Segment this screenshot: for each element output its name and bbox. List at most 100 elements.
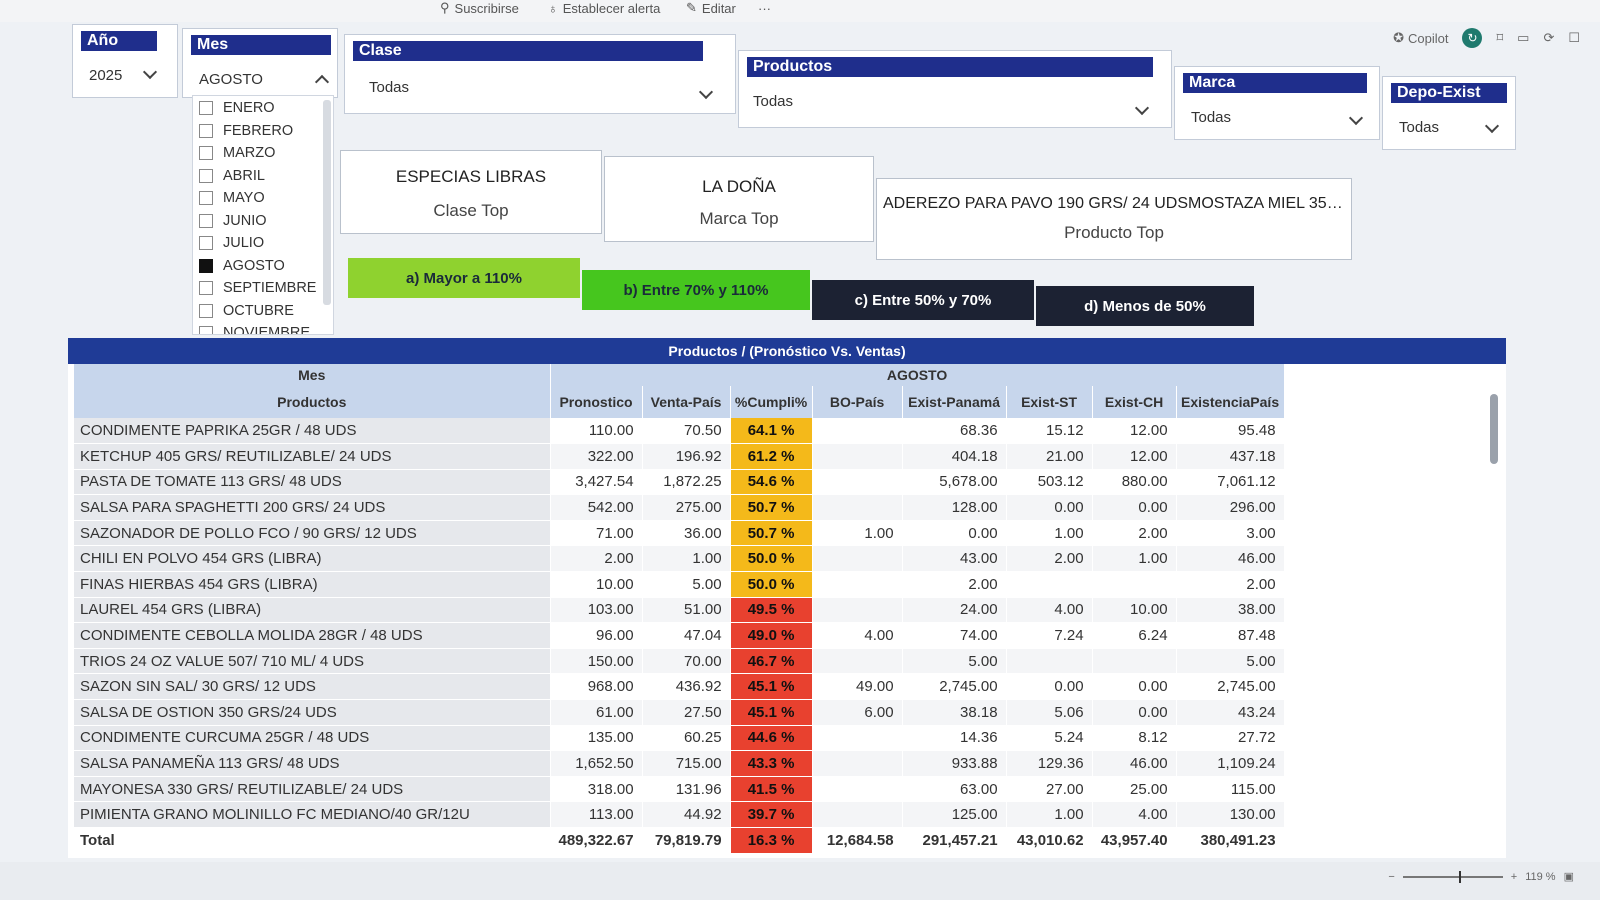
column-header[interactable]: Exist-CH <box>1092 386 1177 418</box>
table-row[interactable]: TRIOS 24 OZ VALUE 507/ 710 ML/ 4 UDS 150.… <box>74 648 1285 675</box>
month-option[interactable]: NOVIEMBRE <box>199 325 310 334</box>
legend-button[interactable]: b) Entre 70% y 110% <box>582 270 810 310</box>
checkbox[interactable] <box>199 326 213 334</box>
clase-slicer[interactable]: Clase Todas <box>344 34 736 114</box>
month-option[interactable]: MAYO <box>199 190 265 206</box>
total-cell: 43,010.62 <box>1006 827 1093 854</box>
table-row[interactable]: PIMIENTA GRANO MOLINILLO FC MEDIANO/40 G… <box>74 801 1285 828</box>
table-row[interactable]: SALSA PANAMEÑA 113 GRS/ 48 UDS 1,652.50 71… <box>74 750 1285 777</box>
chevron-down-icon[interactable] <box>1348 110 1364 126</box>
checkbox[interactable] <box>199 191 213 205</box>
checkbox[interactable] <box>199 236 213 250</box>
fit-page-icon[interactable]: ▣ <box>1564 870 1574 883</box>
subscribe-button[interactable]: ⚲ Suscribirse <box>440 0 519 16</box>
table-row[interactable]: CHILI EN POLVO 454 GRS (LIBRA) 2.00 1.00 50… <box>74 545 1285 573</box>
set-alert-button[interactable]: ♁ Establecer alerta <box>548 0 660 16</box>
value-cell: 296.00 <box>1176 494 1285 521</box>
zoom-slider[interactable] <box>1402 870 1503 883</box>
chevron-up-icon[interactable] <box>314 74 330 90</box>
column-header[interactable]: ExistenciaPaís <box>1176 386 1285 418</box>
dropdown-scrollbar[interactable] <box>323 100 331 305</box>
column-header[interactable]: %Cumpli% <box>730 386 813 418</box>
chevron-down-icon[interactable] <box>1484 118 1500 134</box>
producto-top-label: Producto Top <box>1064 223 1164 242</box>
table-row[interactable]: LAUREL 454 GRS (LIBRA) 103.00 51.00 49.5 % 2… <box>74 597 1285 624</box>
value-cell: 135.00 <box>550 725 643 752</box>
table-row[interactable]: MAYONESA 330 GRS/ REUTILIZABLE/ 24 UDS 31… <box>74 776 1285 803</box>
more-options-button[interactable]: ··· <box>758 0 771 16</box>
value-cell: 38.00 <box>1176 597 1285 624</box>
reload-icon[interactable]: ⟳ <box>1543 30 1554 46</box>
compliance-cell: 44.6 % <box>730 725 813 752</box>
clase-slicer-title: Clase <box>353 41 703 61</box>
refresh-sync-icon[interactable]: ↻ <box>1462 28 1483 48</box>
month-option[interactable]: AGOSTO <box>199 258 285 274</box>
month-option[interactable]: SEPTIEMBRE <box>199 280 316 296</box>
month-option[interactable]: OCTUBRE <box>199 303 294 319</box>
matrix-scrollbar[interactable] <box>1490 394 1498 464</box>
zoom-knob[interactable] <box>1458 870 1461 883</box>
zoom-in-icon[interactable]: + <box>1511 871 1517 883</box>
edit-button[interactable]: ✎ Editar <box>686 0 736 16</box>
compliance-cell: 50.0 % <box>730 545 813 573</box>
value-cell: 6.00 <box>812 699 903 726</box>
year-slicer[interactable]: Año 2025 <box>72 24 178 98</box>
value-cell: 968.00 <box>550 673 643 701</box>
legend-button[interactable]: a) Mayor a 110% <box>348 258 580 298</box>
bookmark-icon[interactable]: ⌑ <box>1496 30 1503 46</box>
chevron-down-icon[interactable] <box>1134 100 1150 116</box>
productos-slicer[interactable]: Productos Todas <box>738 50 1172 128</box>
total-cell: 380,491.23 <box>1176 827 1285 854</box>
chevron-down-icon[interactable] <box>698 84 714 100</box>
table-row[interactable]: SALSA PARA SPAGHETTI 200 GRS/ 24 UDS 542.… <box>74 494 1285 521</box>
month-option[interactable]: ENERO <box>199 100 275 116</box>
value-cell: 95.48 <box>1176 418 1285 445</box>
clase-top-value: ESPECIAS LIBRAS <box>395 167 547 186</box>
month-option[interactable]: FEBRERO <box>199 123 293 139</box>
clase-value: Todas <box>369 79 410 96</box>
column-header[interactable]: Pronostico <box>550 386 643 418</box>
table-row[interactable]: SALSA DE OSTION 350 GRS/24 UDS 61.00 27.50… <box>74 699 1285 726</box>
zoom-out-icon[interactable]: − <box>1388 871 1394 883</box>
checkbox[interactable] <box>199 101 213 115</box>
comment-icon[interactable]: ☐ <box>1568 30 1580 46</box>
zoom-control[interactable]: − + 119 % ▣ <box>1388 870 1574 883</box>
legend-button[interactable]: c) Entre 50% y 70% <box>812 280 1034 320</box>
checkbox[interactable] <box>199 123 213 138</box>
month-option[interactable]: MARZO <box>199 145 275 161</box>
table-row[interactable]: SAZON SIN SAL/ 30 GRS/ 12 UDS 968.00 436.9… <box>74 673 1285 701</box>
table-row[interactable]: CONDIMENTE CURCUMA 25GR / 48 UDS 135.00 60… <box>74 725 1285 752</box>
month-option[interactable]: ABRIL <box>199 168 265 184</box>
productos-slicer-title: Productos <box>747 57 1153 77</box>
value-cell: 1.00 <box>1092 545 1177 573</box>
table-row[interactable]: KETCHUP 405 GRS/ REUTILIZABLE/ 24 UDS 322… <box>74 443 1285 470</box>
checkbox[interactable] <box>199 303 213 318</box>
month-option[interactable]: JUNIO <box>199 213 267 229</box>
table-row[interactable]: FINAS HIERBAS 454 GRS (LIBRA) 10.00 5.00 50… <box>74 571 1285 598</box>
checkbox[interactable] <box>199 213 213 228</box>
column-header[interactable]: BO-País <box>812 386 903 418</box>
value-cell: 71.00 <box>550 520 643 547</box>
view-icon[interactable]: ▭ <box>1517 30 1529 46</box>
checkbox[interactable] <box>199 258 213 273</box>
chevron-down-icon[interactable] <box>142 64 158 80</box>
table-row[interactable]: CONDIMENTE PAPRIKA 25GR / 48 UDS 110.00 70… <box>74 418 1285 445</box>
table-row[interactable]: PASTA DE TOMATE 113 GRS/ 48 UDS 3,427.54 1… <box>74 469 1285 496</box>
checkbox[interactable] <box>199 146 213 160</box>
checkbox[interactable] <box>199 168 213 183</box>
forecast-vs-sales-matrix: Productos / (Pronóstico Vs. Ventas) Mes … <box>68 338 1506 858</box>
column-header[interactable]: Venta-País <box>642 386 731 418</box>
depo-exist-slicer[interactable]: Depo-Exist Todas <box>1382 76 1516 150</box>
compliance-cell: 49.5 % <box>730 597 813 624</box>
table-row[interactable]: CONDIMENTE CEBOLLA MOLIDA 28GR / 48 UDS 9… <box>74 622 1285 649</box>
legend-button[interactable]: d) Menos de 50% <box>1036 286 1254 326</box>
checkbox[interactable] <box>199 281 213 295</box>
copilot-button[interactable]: ✪ Copilot <box>1393 30 1448 46</box>
depo-exist-slicer-title: Depo-Exist <box>1391 83 1507 103</box>
column-header[interactable]: Exist-ST <box>1006 386 1093 418</box>
month-option[interactable]: JULIO <box>199 235 264 251</box>
marca-slicer[interactable]: Marca Todas <box>1174 66 1380 140</box>
table-row[interactable]: SAZONADOR DE POLLO FCO / 90 GRS/ 12 UDS 7… <box>74 520 1285 547</box>
month-slicer[interactable]: Mes AGOSTO <box>182 28 338 98</box>
column-header[interactable]: Exist-Panamá <box>902 386 1007 418</box>
